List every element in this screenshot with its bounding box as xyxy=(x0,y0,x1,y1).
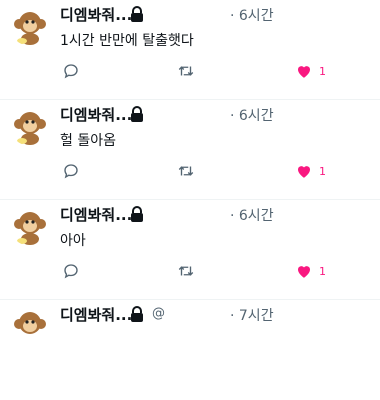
reply-button[interactable] xyxy=(62,162,80,180)
heart-icon xyxy=(298,166,310,178)
retweet-icon xyxy=(178,266,194,276)
like-button[interactable]: 1 xyxy=(295,262,326,280)
reply-icon xyxy=(64,64,78,79)
monkey-avatar-icon[interactable] xyxy=(10,206,50,246)
like-count: 1 xyxy=(319,264,326,278)
tweet-time[interactable]: · 6시간 xyxy=(230,105,274,125)
tweet[interactable]: 디엠봐줘... @ · 7시간 xyxy=(0,300,380,400)
like-count: 1 xyxy=(319,64,326,78)
tweet-time[interactable]: · 7시간 xyxy=(230,305,274,325)
lock-icon xyxy=(131,106,143,122)
lock-icon xyxy=(131,206,143,222)
tweet[interactable]: 디엠봐줘... · 6시간 헐 돌아옴 1 xyxy=(0,100,380,200)
reply-button[interactable] xyxy=(62,262,80,280)
author-name[interactable]: 디엠봐줘... xyxy=(60,4,132,25)
heart-icon xyxy=(298,66,310,78)
tweet-text: 아아 xyxy=(60,233,86,249)
lock-icon xyxy=(131,306,143,322)
monkey-avatar-icon[interactable] xyxy=(10,106,50,146)
retweet-button[interactable] xyxy=(177,62,195,80)
retweet-icon xyxy=(178,66,194,76)
monkey-avatar-icon[interactable] xyxy=(10,6,50,46)
tweet-time[interactable]: · 6시간 xyxy=(230,205,274,225)
tweet-text: 헐 돌아옴 xyxy=(60,133,116,149)
author-name[interactable]: 디엠봐줘... xyxy=(60,104,132,125)
reply-icon xyxy=(64,264,78,279)
heart-icon xyxy=(298,266,310,278)
retweet-icon xyxy=(178,166,194,176)
tweet[interactable]: 디엠봐줘... · 6시간 1시간 반만에 탈출햇다 1 xyxy=(0,0,380,100)
author-name[interactable]: 디엠봐줘... xyxy=(60,204,132,225)
tweet-text: 1시간 반만에 탈출햇다 xyxy=(60,33,194,49)
like-button[interactable]: 1 xyxy=(295,162,326,180)
retweet-button[interactable] xyxy=(177,162,195,180)
retweet-button[interactable] xyxy=(177,262,195,280)
like-button[interactable]: 1 xyxy=(295,62,326,80)
monkey-avatar-icon[interactable] xyxy=(10,306,50,346)
reply-icon xyxy=(64,164,78,179)
author-name[interactable]: 디엠봐줘... xyxy=(60,304,132,325)
lock-icon xyxy=(131,6,143,22)
author-handle[interactable]: @ xyxy=(152,306,165,321)
tweet-time[interactable]: · 6시간 xyxy=(230,5,274,25)
reply-button[interactable] xyxy=(62,62,80,80)
tweet[interactable]: 디엠봐줘... · 6시간 아아 1 xyxy=(0,200,380,300)
like-count: 1 xyxy=(319,164,326,178)
